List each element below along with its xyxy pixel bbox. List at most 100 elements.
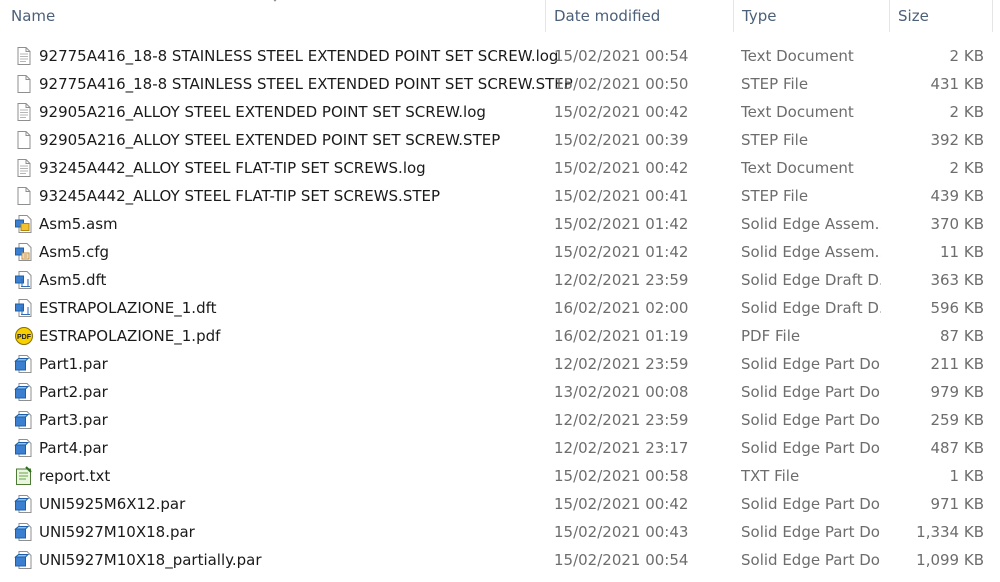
file-size: 971 KB [930, 495, 984, 513]
file-type: TXT File [741, 467, 800, 485]
file-row[interactable]: UNI5927M10X18.par 15/02/2021 00:43 Solid E… [0, 518, 1000, 546]
file-row[interactable]: Part1.par 12/02/2021 23:59 Solid Edge Part… [0, 350, 1000, 378]
pdf-icon: PDF [14, 326, 34, 346]
file-name: Part1.par [39, 355, 108, 373]
file-size: 11 KB [940, 243, 984, 261]
file-name: Asm5.asm [39, 215, 118, 233]
file-type: Solid Edge Assem... [741, 243, 881, 261]
sort-caret-icon [273, 0, 277, 2]
file-type: Solid Edge Part Do... [741, 551, 881, 569]
file-size: 363 KB [930, 271, 984, 289]
text-document-icon [14, 46, 34, 66]
file-type: Solid Edge Draft D... [741, 299, 881, 317]
file-date-modified: 12/02/2021 23:59 [554, 355, 689, 373]
file-name: 92905A216_ALLOY STEEL EXTENDED POINT SET… [39, 131, 501, 149]
file-date-modified: 12/02/2021 23:59 [554, 411, 689, 429]
file-date-modified: 15/02/2021 00:39 [554, 131, 689, 149]
solid-edge-config-icon [14, 242, 34, 262]
file-row[interactable]: 93245A442_ALLOY STEEL FLAT-TIP SET SCREW… [0, 182, 1000, 210]
file-date-modified: 15/02/2021 00:54 [554, 551, 689, 569]
svg-text:PDF: PDF [17, 334, 32, 341]
file-type: Text Document [741, 47, 854, 65]
file-row[interactable]: ESTRAPOLAZIONE_1.dft 16/02/2021 02:00 Soli… [0, 294, 1000, 322]
file-name: Part2.par [39, 383, 108, 401]
file-size: 2 KB [949, 47, 984, 65]
file-name: UNI5927M10X18.par [39, 523, 195, 541]
solid-edge-part-icon [14, 410, 34, 430]
file-row[interactable]: 92775A416_18-8 STAINLESS STEEL EXTENDED … [0, 42, 1000, 70]
blank-file-icon [14, 186, 34, 206]
file-size: 2 KB [949, 159, 984, 177]
file-name: report.txt [39, 467, 111, 485]
solid-edge-part-icon [14, 494, 34, 514]
file-size: 1,099 KB [916, 551, 984, 569]
file-name: Asm5.cfg [39, 243, 110, 261]
file-date-modified: 15/02/2021 01:42 [554, 243, 689, 261]
file-date-modified: 15/02/2021 00:42 [554, 159, 689, 177]
file-size: 1,334 KB [916, 523, 984, 541]
file-name: 93245A442_ALLOY STEEL FLAT-TIP SET SCREW… [39, 187, 441, 205]
file-size: 87 KB [940, 327, 984, 345]
file-row[interactable]: 92905A216_ALLOY STEEL EXTENDED POINT SET… [0, 98, 1000, 126]
solid-edge-draft-icon [14, 298, 34, 318]
file-size: 487 KB [930, 439, 984, 457]
column-separator[interactable] [992, 0, 993, 32]
file-date-modified: 15/02/2021 00:41 [554, 187, 689, 205]
file-type: Solid Edge Part Do... [741, 523, 881, 541]
blank-file-icon [14, 130, 34, 150]
solid-edge-assembly-icon [14, 214, 34, 234]
text-document-icon [14, 102, 34, 122]
file-row[interactable]: Part4.par 12/02/2021 23:17 Solid Edge Part… [0, 434, 1000, 462]
file-name: 92905A216_ALLOY STEEL EXTENDED POINT SET… [39, 103, 486, 121]
file-date-modified: 15/02/2021 01:42 [554, 215, 689, 233]
file-type: STEP File [741, 75, 809, 93]
file-name: Asm5.dft [39, 271, 107, 289]
column-header-date[interactable]: Date modified [545, 0, 733, 32]
file-size: 259 KB [930, 411, 984, 429]
file-name: ESTRAPOLAZIONE_1.dft [39, 299, 217, 317]
file-type: STEP File [741, 187, 809, 205]
file-date-modified: 15/02/2021 00:50 [554, 75, 689, 93]
file-type: Solid Edge Part Do... [741, 411, 881, 429]
file-row[interactable]: Part3.par 12/02/2021 23:59 Solid Edge Part… [0, 406, 1000, 434]
file-name: Part4.par [39, 439, 108, 457]
column-header-size[interactable]: Size [889, 0, 989, 32]
file-date-modified: 15/02/2021 00:54 [554, 47, 689, 65]
file-type: STEP File [741, 131, 809, 149]
file-name: UNI5927M10X18_partially.par [39, 551, 262, 569]
solid-edge-part-icon [14, 382, 34, 402]
column-header-type[interactable]: Type [733, 0, 889, 32]
notepad-icon [14, 466, 34, 486]
file-row[interactable]: 92905A216_ALLOY STEEL EXTENDED POINT SET… [0, 126, 1000, 154]
text-document-icon [14, 158, 34, 178]
file-row[interactable]: UNI5927M10X18_partially.par 15/02/2021 00… [0, 546, 1000, 574]
solid-edge-part-icon [14, 438, 34, 458]
file-row[interactable]: UNI5925M6X12.par 15/02/2021 00:42 Solid Ed… [0, 490, 1000, 518]
file-type: Solid Edge Part Do... [741, 355, 881, 373]
file-size: 370 KB [930, 215, 984, 233]
file-type: Solid Edge Assem... [741, 215, 881, 233]
file-date-modified: 15/02/2021 00:58 [554, 467, 689, 485]
file-date-modified: 15/02/2021 00:42 [554, 103, 689, 121]
file-type: PDF File [741, 327, 801, 345]
file-type: Text Document [741, 159, 854, 177]
file-name: Part3.par [39, 411, 108, 429]
file-date-modified: 15/02/2021 00:43 [554, 523, 689, 541]
file-type: Solid Edge Draft D... [741, 271, 881, 289]
file-type: Solid Edge Part Do... [741, 439, 881, 457]
file-row[interactable]: PDF ESTRAPOLAZIONE_1.pdf 16/02/2021 01:19 P… [0, 322, 1000, 350]
file-row[interactable]: Asm5.cfg 15/02/2021 01:42 Solid Edge Assem… [0, 238, 1000, 266]
file-date-modified: 16/02/2021 01:19 [554, 327, 689, 345]
file-name: 92775A416_18-8 STAINLESS STEEL EXTENDED … [39, 47, 559, 65]
file-row[interactable]: Asm5.asm 15/02/2021 01:42 Solid Edge Assem… [0, 210, 1000, 238]
file-size: 431 KB [930, 75, 984, 93]
solid-edge-draft-icon [14, 270, 34, 290]
file-size: 979 KB [930, 383, 984, 401]
file-date-modified: 12/02/2021 23:17 [554, 439, 689, 457]
file-name: 93245A442_ALLOY STEEL FLAT-TIP SET SCREW… [39, 159, 426, 177]
file-row[interactable]: report.txt 15/02/2021 00:58 TXT File 1 KB [0, 462, 1000, 490]
file-row[interactable]: Asm5.dft 12/02/2021 23:59 Solid Edge Draft… [0, 266, 1000, 294]
file-row[interactable]: Part2.par 13/02/2021 00:08 Solid Edge Part… [0, 378, 1000, 406]
file-row[interactable]: 92775A416_18-8 STAINLESS STEEL EXTENDED … [0, 70, 1000, 98]
file-row[interactable]: 93245A442_ALLOY STEEL FLAT-TIP SET SCREW… [0, 154, 1000, 182]
